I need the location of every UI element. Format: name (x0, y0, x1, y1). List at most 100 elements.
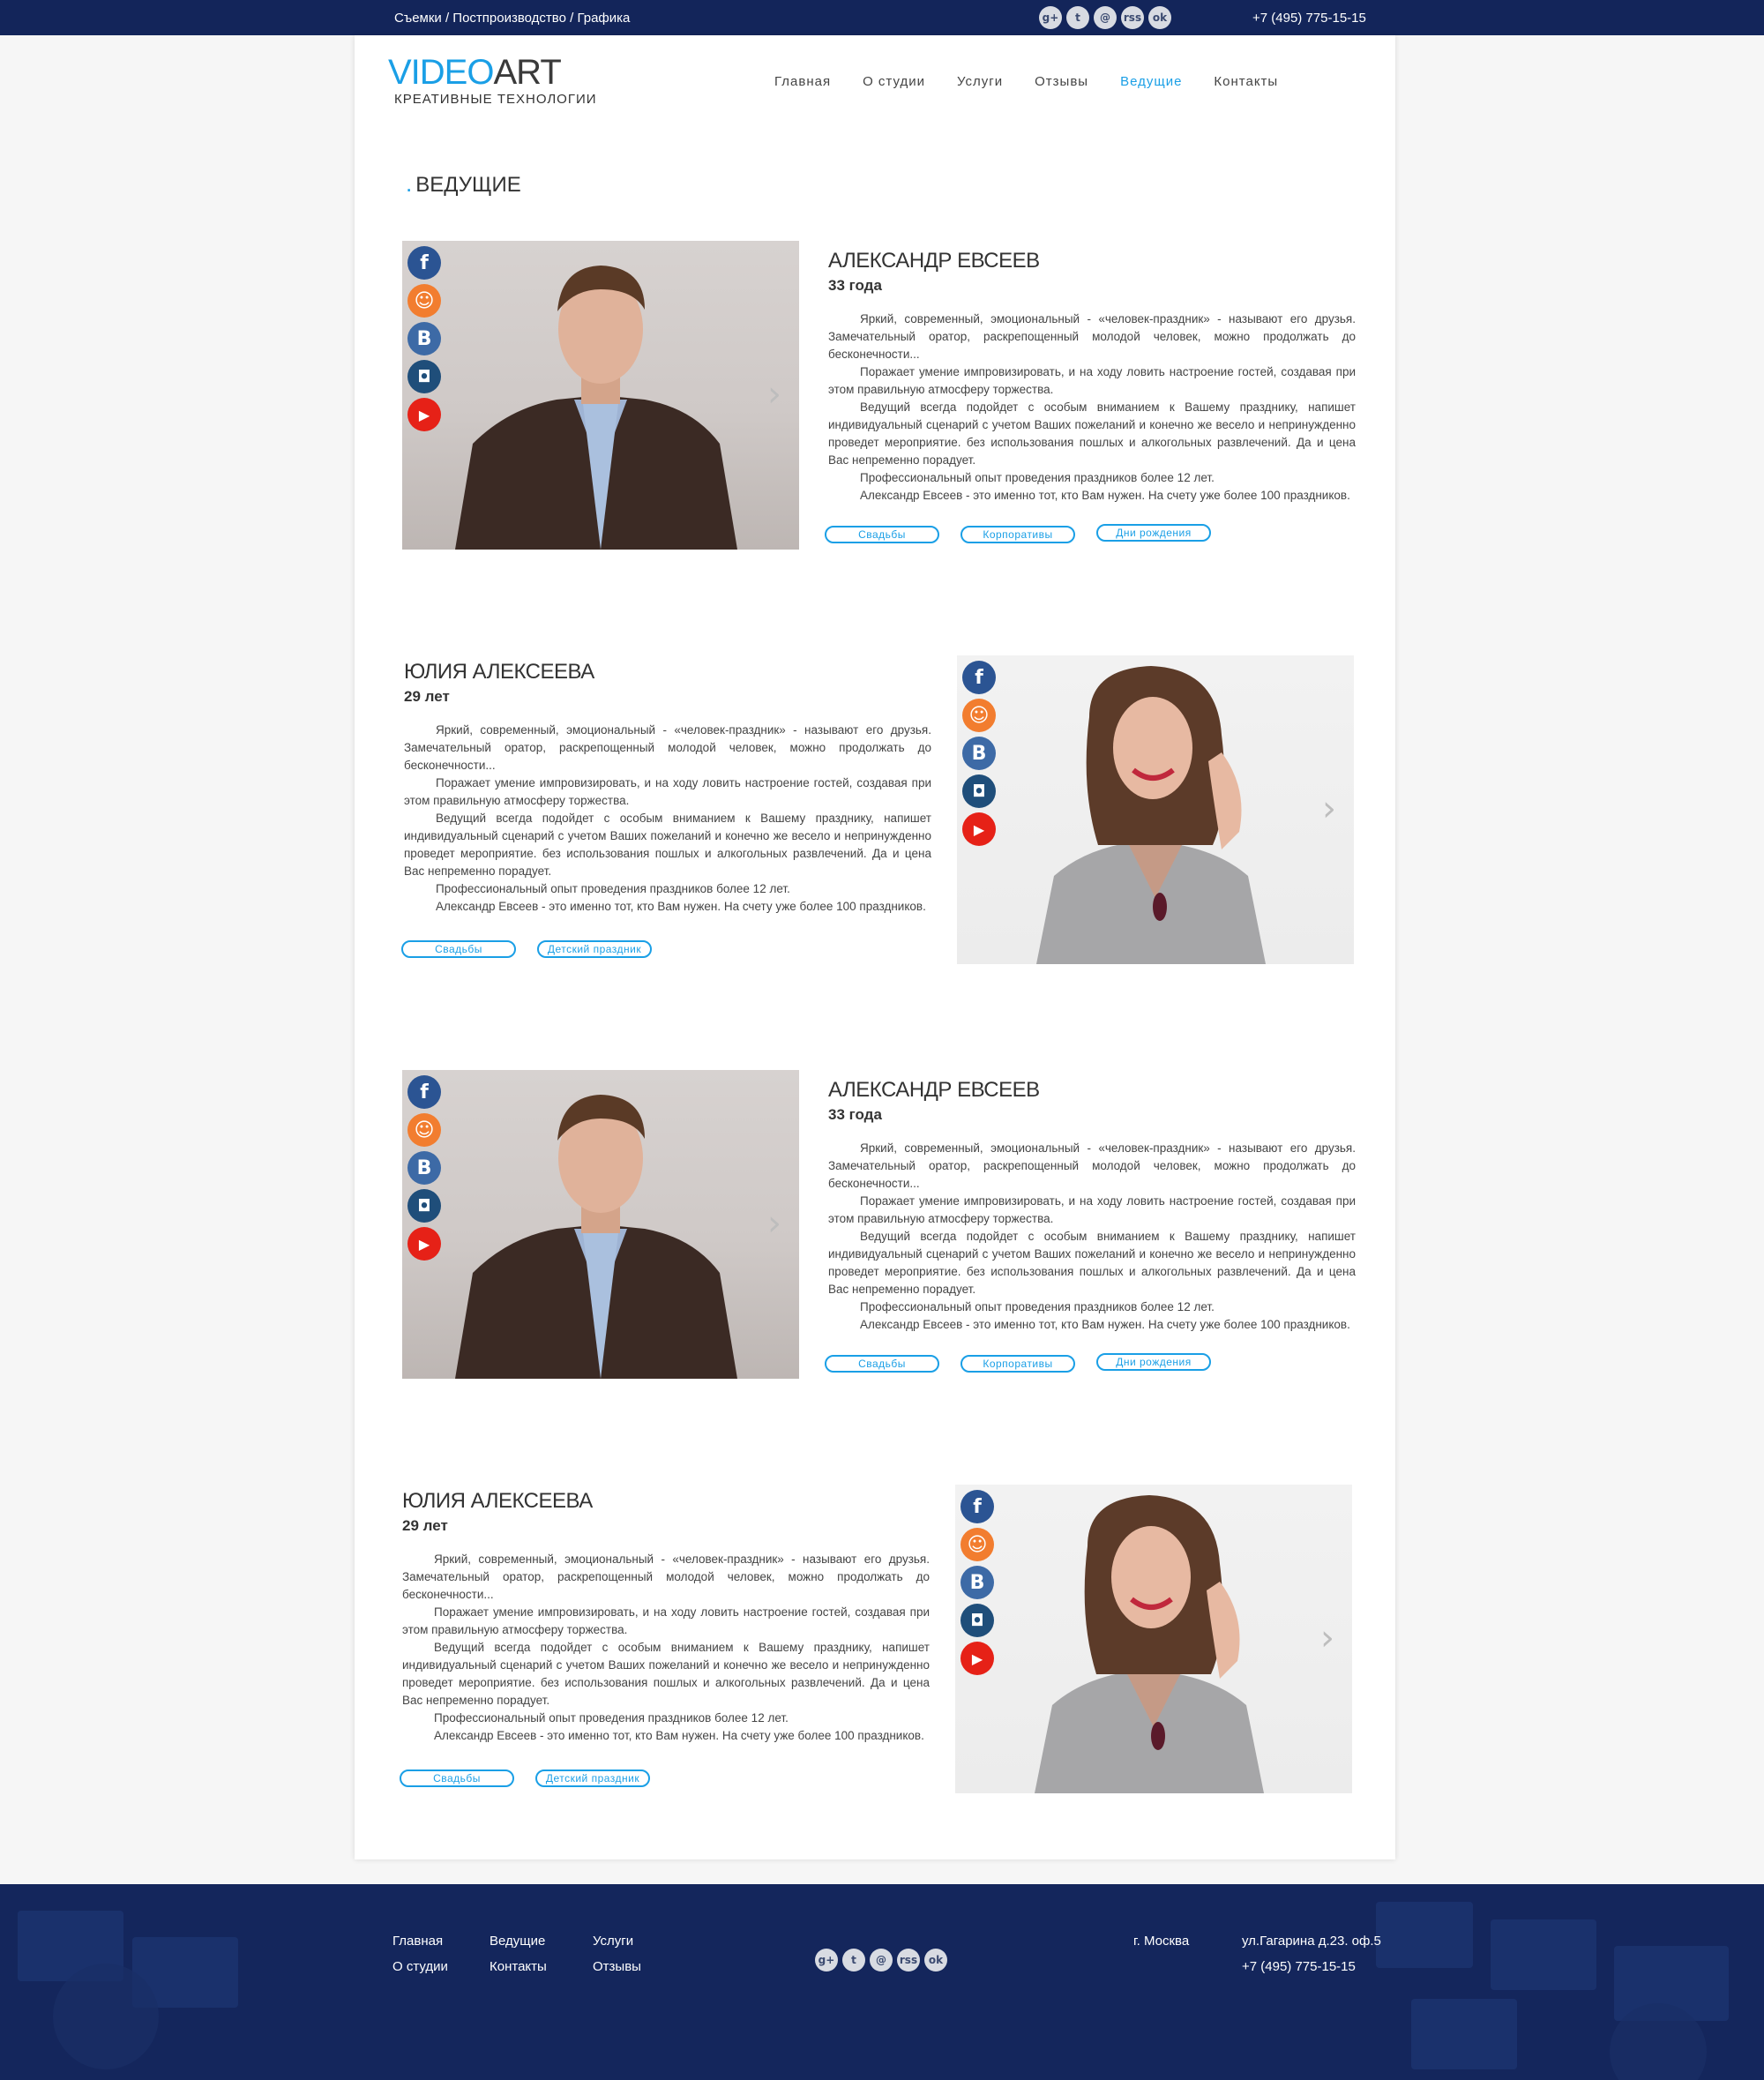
youtube-icon[interactable]: ▶ (407, 398, 441, 431)
instagram-icon[interactable]: ◘ (407, 1189, 441, 1223)
bio-paragraph: Александр Евсеев - это именно тот, кто В… (860, 489, 1350, 502)
top-bar: Съемки / Постпроизводство / Графика g+ t… (0, 0, 1764, 35)
next-photo-arrow-icon[interactable]: › (767, 1206, 792, 1241)
google-plus-icon[interactable]: g+ (1039, 6, 1062, 29)
next-photo-arrow-icon[interactable]: › (1320, 1620, 1345, 1656)
footer-link-services[interactable]: Услуги (593, 1928, 641, 1954)
host-social: f ☺ B ◘ ▶ (407, 246, 441, 431)
top-social-icons: g+ t @ rss ok (1039, 6, 1171, 29)
host-photo: f ☺ B ◘ ▶ › (402, 241, 799, 550)
man-portrait (455, 266, 737, 550)
bio-paragraph: Яркий, современный, эмоциональный - «чел… (828, 1141, 1356, 1190)
footer-link-contacts[interactable]: Контакты (490, 1954, 547, 1979)
tag-weddings[interactable]: Свадьбы (825, 1355, 939, 1373)
mail-icon[interactable]: @ (870, 1949, 893, 1972)
host-age: 33 года (828, 277, 882, 294)
woman-portrait (1035, 1495, 1264, 1793)
facebook-icon[interactable]: f (960, 1490, 994, 1523)
vk-icon[interactable]: B (962, 737, 996, 770)
tag-kids-party[interactable]: Детский праздник (537, 940, 652, 958)
footer-link-reviews[interactable]: Отзывы (593, 1954, 641, 1979)
instagram-icon[interactable]: ◘ (407, 360, 441, 393)
host-name: ЮЛИЯ АЛЕКСЕЕВА (402, 1489, 593, 1513)
page-title: . ВЕДУЩИЕ (406, 170, 521, 197)
page-title-text: ВЕДУЩИЕ (415, 173, 521, 197)
host-bio: Яркий, современный, эмоциональный - «чел… (828, 311, 1356, 505)
bio-paragraph: Поражает умение импровизировать, и на хо… (404, 776, 931, 807)
host-bio: Яркий, современный, эмоциональный - «чел… (404, 722, 931, 916)
odnoklassniki-icon[interactable]: ☺ (962, 699, 996, 732)
footer-link-home[interactable]: Главная (392, 1928, 448, 1954)
logo-art: ART (493, 53, 561, 92)
host-age: 29 лет (402, 1517, 448, 1534)
vk-icon[interactable]: B (960, 1566, 994, 1599)
host-tags: Свадьбы Детский праздник (400, 1769, 650, 1787)
google-plus-icon[interactable]: g+ (815, 1949, 838, 1972)
host-tags: Свадьбы Детский праздник (401, 940, 652, 958)
bio-paragraph: Профессиональный опыт проведения праздни… (436, 882, 790, 895)
youtube-icon[interactable]: ▶ (962, 812, 996, 846)
bio-paragraph: Профессиональный опыт проведения праздни… (860, 471, 1215, 484)
host-photo: f ☺ B ◘ ▶ › (955, 1485, 1352, 1793)
nav-contacts[interactable]: Контакты (1214, 74, 1278, 89)
tag-weddings[interactable]: Свадьбы (401, 940, 516, 958)
bio-paragraph: Профессиональный опыт проведения праздни… (860, 1300, 1215, 1313)
host-info: АЛЕКСАНДР ЕВСЕЕВ 33 года Яркий, современ… (828, 249, 1356, 505)
instagram-icon[interactable]: ◘ (960, 1604, 994, 1637)
bio-paragraph: Александр Евсеев - это именно тот, кто В… (436, 900, 926, 913)
tag-weddings[interactable]: Свадьбы (825, 526, 939, 543)
footer-social-icons: g+ t @ rss ok (815, 1949, 947, 1972)
twitter-icon[interactable]: t (842, 1949, 865, 1972)
odnoklassniki-icon[interactable]: ok (924, 1949, 947, 1972)
tag-corporate[interactable]: Корпоративы (960, 526, 1075, 543)
bio-paragraph: Яркий, современный, эмоциональный - «чел… (402, 1553, 930, 1601)
man-portrait (455, 1095, 737, 1379)
host-photo: f ☺ B ◘ ▶ › (402, 1070, 799, 1379)
tag-weddings[interactable]: Свадьбы (400, 1769, 514, 1787)
tag-birthdays[interactable]: Дни рождения (1096, 524, 1211, 542)
youtube-icon[interactable]: ▶ (960, 1642, 994, 1675)
nav-about[interactable]: О студии (863, 74, 925, 89)
bio-paragraph: Яркий, современный, эмоциональный - «чел… (404, 723, 931, 772)
next-photo-arrow-icon[interactable]: › (1322, 791, 1347, 827)
facebook-icon[interactable]: f (962, 661, 996, 694)
facebook-icon[interactable]: f (407, 246, 441, 280)
nav-services[interactable]: Услуги (957, 74, 1003, 89)
rss-icon[interactable]: rss (1121, 6, 1144, 29)
footer-link-hosts[interactable]: Ведущие (490, 1928, 547, 1954)
top-phone[interactable]: +7 (495) 775-15-15 (1252, 11, 1366, 26)
youtube-icon[interactable]: ▶ (407, 1227, 441, 1261)
mail-icon[interactable]: @ (1094, 6, 1117, 29)
odnoklassniki-icon[interactable]: ☺ (960, 1528, 994, 1561)
footer-address-block: ул.Гагарина д.23. оф.5 +7 (495) 775-15-1… (1242, 1928, 1381, 1979)
odnoklassniki-icon[interactable]: ☺ (407, 1113, 441, 1147)
footer-col-3: Услуги Отзывы (593, 1928, 641, 1979)
bio-paragraph: Ведущий всегда подойдет с особым внимани… (828, 400, 1356, 467)
footer-address: ул.Гагарина д.23. оф.5 (1242, 1934, 1381, 1949)
bio-paragraph: Ведущий всегда подойдет с особым внимани… (828, 1230, 1356, 1296)
nav-hosts[interactable]: Ведущие (1120, 74, 1182, 89)
footer-col-2: Ведущие Контакты (490, 1928, 547, 1979)
host-name: ЮЛИЯ АЛЕКСЕЕВА (404, 660, 594, 684)
vk-icon[interactable]: B (407, 322, 441, 355)
odnoklassniki-icon[interactable]: ok (1148, 6, 1171, 29)
odnoklassniki-icon[interactable]: ☺ (407, 284, 441, 318)
instagram-icon[interactable]: ◘ (962, 774, 996, 808)
host-social: f ☺ B ◘ ▶ (962, 661, 996, 846)
facebook-icon[interactable]: f (407, 1075, 441, 1109)
vk-icon[interactable]: B (407, 1151, 441, 1185)
tag-kids-party[interactable]: Детский праздник (535, 1769, 650, 1787)
footer-city: г. Москва (1133, 1934, 1190, 1949)
nav-home[interactable]: Главная (774, 74, 831, 89)
logo[interactable]: VIDEOART КРЕАТИВНЫЕ ТЕХНОЛОГИИ (388, 53, 596, 107)
footer-phone[interactable]: +7 (495) 775-15-15 (1242, 1954, 1381, 1979)
next-photo-arrow-icon[interactable]: › (767, 377, 792, 412)
host-info: ЮЛИЯ АЛЕКСЕЕВА 29 лет Яркий, современный… (404, 660, 931, 916)
rss-icon[interactable]: rss (897, 1949, 920, 1972)
twitter-icon[interactable]: t (1066, 6, 1089, 29)
host-info: ЮЛИЯ АЛЕКСЕЕВА 29 лет Яркий, современный… (402, 1489, 930, 1745)
nav-reviews[interactable]: Отзывы (1035, 74, 1088, 89)
footer-link-about[interactable]: О студии (392, 1954, 448, 1979)
tag-corporate[interactable]: Корпоративы (960, 1355, 1075, 1373)
tag-birthdays[interactable]: Дни рождения (1096, 1353, 1211, 1371)
